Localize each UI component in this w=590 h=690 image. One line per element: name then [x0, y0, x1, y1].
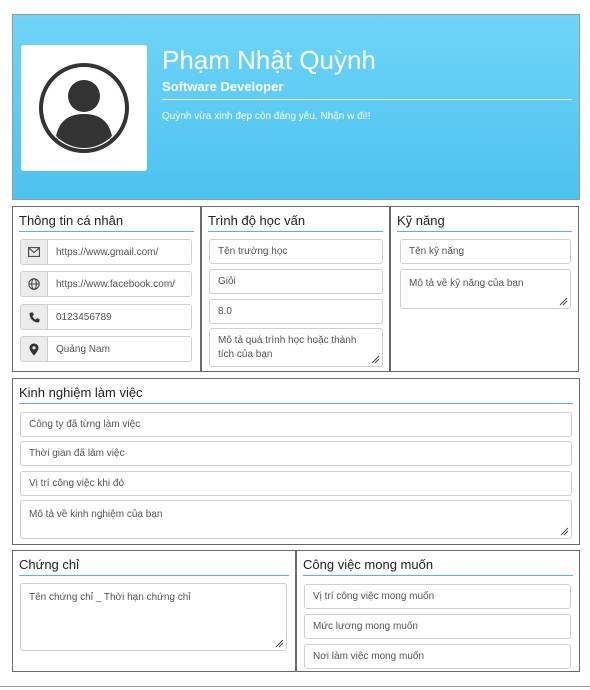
email-field[interactable]: https://www.gmail.com/ [48, 239, 192, 265]
avatar [21, 45, 147, 171]
globe-icon [20, 271, 48, 297]
resize-grip-icon[interactable] [275, 639, 284, 648]
skill-description-field[interactable]: Mô tả về kỹ năng của bạn [400, 269, 571, 309]
certificates-text: Tên chứng chỉ _ Thời hạn chứng chỉ [29, 592, 191, 603]
desired-position-field[interactable]: Vị trí công việc mong muốn [304, 584, 571, 609]
location-pin-icon [20, 336, 48, 362]
education-description-text: Mô tả quá trình học hoặc thành tích của … [218, 335, 357, 360]
profile-name: Phạm Nhật Quỳnh [162, 45, 376, 75]
profile-bio: Quỳnh vừa xinh đẹp còn đáng yêu. Nhận w … [162, 111, 371, 122]
skills-title: Kỹ năng [397, 213, 572, 232]
phone-field[interactable]: 0123456789 [48, 304, 192, 330]
skill-description-text: Mô tả về kỹ năng của bạn [409, 278, 524, 289]
desired-location-field[interactable]: Nơi làm việc mong muốn [304, 644, 571, 669]
education-title: Trình độ học vấn [208, 213, 383, 232]
desired-job-panel: Công việc mong muốn Vị trí công việc mon… [296, 550, 580, 672]
skill-name-field[interactable]: Tên kỹ năng [400, 239, 571, 264]
certificates-field[interactable]: Tên chứng chỉ _ Thời hạn chứng chỉ [20, 583, 287, 651]
profile-role: Software Developer [162, 79, 284, 94]
position-field[interactable]: Vị trí công việc khi đó [20, 471, 572, 496]
rank-field[interactable]: Giỏi [209, 269, 383, 294]
education-panel: Trình độ học vấn Tên trường học Giỏi 8.0… [201, 206, 390, 372]
envelope-icon [20, 239, 48, 265]
certificates-title: Chứng chỉ [19, 557, 289, 576]
personal-info-title: Thông tin cá nhân [19, 213, 194, 232]
header-divider [162, 99, 572, 100]
desired-job-title: Công việc mong muốn [303, 557, 573, 576]
facebook-field[interactable]: https://www.facebook.com/ [48, 271, 192, 297]
resize-grip-icon[interactable] [371, 355, 380, 364]
experience-description-text: Mô tả về kinh nghiệm của bạn [29, 509, 163, 520]
company-field[interactable]: Công ty đã từng làm việc [20, 412, 572, 437]
address-field[interactable]: Quảng Nam [48, 336, 192, 362]
experience-description-field[interactable]: Mô tả về kinh nghiệm của bạn [20, 500, 572, 539]
experience-title: Kinh nghiệm làm việc [19, 385, 573, 404]
skills-panel: Kỹ năng Tên kỹ năng Mô tả về kỹ năng của… [390, 206, 579, 372]
duration-field[interactable]: Thời gian đã làm việc [20, 441, 572, 466]
education-description-field[interactable]: Mô tả quá trình học hoặc thành tích của … [209, 328, 383, 367]
score-field[interactable]: 8.0 [209, 299, 383, 324]
school-field[interactable]: Tên trường học [209, 239, 383, 264]
desired-salary-field[interactable]: Mức lương mong muốn [304, 614, 571, 639]
personal-info-panel: Thông tin cá nhân https://www.gmail.com/… [12, 206, 201, 372]
experience-panel: Kinh nghiệm làm việc Công ty đã từng làm… [12, 378, 580, 545]
page-bottom-divider [0, 686, 590, 687]
resize-grip-icon[interactable] [560, 527, 569, 536]
phone-icon [20, 304, 48, 330]
profile-header: Phạm Nhật Quỳnh Software Developer Quỳnh… [12, 14, 580, 200]
user-avatar-icon [39, 63, 129, 153]
certificates-panel: Chứng chỉ Tên chứng chỉ _ Thời hạn chứng… [12, 550, 296, 672]
resize-grip-icon[interactable] [559, 297, 568, 306]
